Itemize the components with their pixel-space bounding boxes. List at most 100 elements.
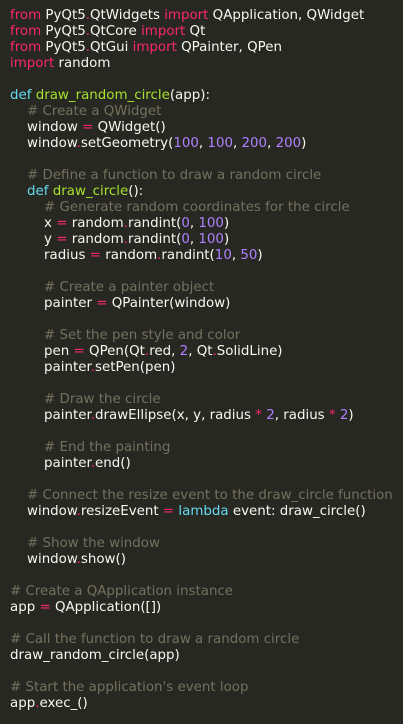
number-token: 100 <box>198 216 224 231</box>
code-line: radius = random.randint(10, 50) <box>10 248 403 264</box>
text-token: end() <box>95 456 131 471</box>
code-line: window.resizeEvent = lambda event: draw_… <box>10 504 403 520</box>
text-token: y <box>10 232 57 247</box>
code-line: # Create a QApplication instance <box>10 584 403 600</box>
keyword-token: import <box>141 24 186 39</box>
code-line: painter.setPen(pen) <box>10 360 403 376</box>
text-token: painter <box>10 360 91 375</box>
code-line: # Connect the resize event to the draw_c… <box>10 488 403 504</box>
text-token: setGeometry( <box>80 136 174 151</box>
number-token: 100 <box>207 136 233 151</box>
comment-token: # Create a QApplication instance <box>10 584 234 599</box>
code-line: # End the painting <box>10 440 403 456</box>
comment-token: # Draw the circle <box>10 392 161 407</box>
operator-token: * <box>328 408 336 423</box>
keyword-token: from <box>10 24 42 39</box>
text-token: painter <box>10 456 91 471</box>
text-token: show() <box>80 552 126 567</box>
text-token: event: draw_circle() <box>228 504 366 519</box>
keyword-token: from <box>10 8 42 23</box>
text-token: QApplication([]) <box>50 600 162 615</box>
code-line: # Start the application's event loop <box>10 680 403 696</box>
text-token: QWidget() <box>93 120 166 135</box>
code-line: from PyQt5.QtCore import Qt <box>10 24 403 40</box>
operator-token: = <box>39 600 51 615</box>
number-token: 2 <box>266 408 275 423</box>
code-line: import random <box>10 56 403 72</box>
code-line: painter.end() <box>10 456 403 472</box>
operator-token: = <box>56 232 68 247</box>
text-token: random <box>67 216 124 231</box>
text-token: QtCore <box>90 24 142 39</box>
code-line: y = random.randint(0, 100) <box>10 232 403 248</box>
number-token: 2 <box>179 344 189 359</box>
text-token: QPen(Qt <box>84 344 145 359</box>
text-token: painter <box>10 408 91 423</box>
keyword-token: import <box>164 8 209 23</box>
code-editor[interactable]: from PyQt5.QtWidgets import QApplication… <box>0 0 403 724</box>
comment-token: # Set the pen style and color <box>10 328 241 343</box>
number-token: 0 <box>181 216 190 231</box>
text-token: ) <box>223 216 230 231</box>
text-token: window <box>10 552 77 567</box>
comment-token: # Create a QWidget <box>10 104 162 119</box>
operator-token: = <box>89 248 101 263</box>
text-token: ) <box>257 248 263 263</box>
comment-token: # Generate random coordinates for the ci… <box>10 200 350 215</box>
number-token: 200 <box>241 136 268 151</box>
keyword-token: import <box>10 56 55 71</box>
number-token: 50 <box>240 248 258 263</box>
text-token: drawEllipse(x, y, radius <box>95 408 256 423</box>
text-token: QtWidgets <box>90 8 165 23</box>
code-line: # Call the function to draw a random cir… <box>10 632 403 648</box>
code-line: draw_random_circle(app) <box>10 648 403 664</box>
code-line: # Set the pen style and color <box>10 328 403 344</box>
operator-token: = <box>96 296 108 311</box>
text-token: , <box>232 136 242 151</box>
keyword-token: from <box>10 40 42 55</box>
number-token: 0 <box>181 232 190 247</box>
text-token: randint( <box>161 248 215 263</box>
comment-token: # Start the application's event loop <box>10 680 249 695</box>
code-line: pen = QPen(Qt.red, 2, Qt.SolidLine) <box>10 344 403 360</box>
code-line: def draw_circle(): <box>10 184 403 200</box>
text-token: random <box>54 56 111 71</box>
code-line: window.setGeometry(100, 100, 200, 200) <box>10 136 403 152</box>
text-token: window <box>10 504 77 519</box>
code-line: painter = QPainter(window) <box>10 296 403 312</box>
text-token: , radius <box>274 408 329 423</box>
text-token: PyQt5 <box>41 40 86 55</box>
code-line: # Draw the circle <box>10 392 403 408</box>
text-token: ) <box>223 232 230 247</box>
text-token: , <box>267 136 276 151</box>
code-line: # Generate random coordinates for the ci… <box>10 200 403 216</box>
text-token: PyQt5 <box>41 8 86 23</box>
text-token: ) <box>348 408 354 423</box>
text-token: PyQt5 <box>41 24 86 39</box>
text-token: red, <box>149 344 180 359</box>
text-token: resizeEvent <box>80 504 163 519</box>
code-line: painter.drawEllipse(x, y, radius * 2, ra… <box>10 408 403 424</box>
text-token: randint( <box>127 216 182 231</box>
code-line: # Define a function to draw a random cir… <box>10 168 403 184</box>
comment-token: # Create a painter object <box>10 280 215 295</box>
text-token: QPainter(window) <box>107 296 231 311</box>
number-token: 10 <box>214 248 232 263</box>
storage-token: lambda <box>174 504 229 519</box>
comment-token: # End the painting <box>10 440 171 455</box>
text-token: (): <box>128 184 144 199</box>
comment-token: # Define a function to draw a random cir… <box>10 168 322 183</box>
text-token: radius <box>10 248 90 263</box>
operator-token: = <box>82 120 94 135</box>
operator-token: = <box>56 216 68 231</box>
number-token: 100 <box>198 232 224 247</box>
code-line: app = QApplication([]) <box>10 600 403 616</box>
